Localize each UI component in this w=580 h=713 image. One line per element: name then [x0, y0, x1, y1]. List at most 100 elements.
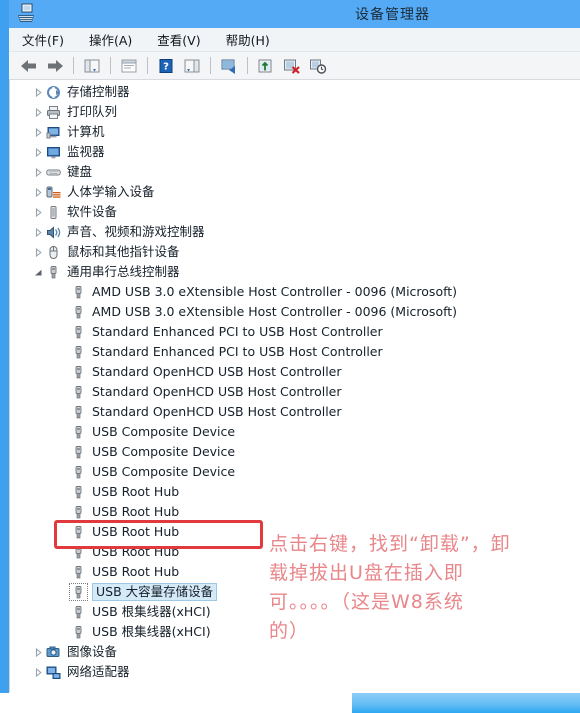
tree-item-label: USB 根集线器(xHCI) [92, 604, 211, 619]
device-manager-icon [15, 3, 37, 24]
menu-action[interactable]: 操作(A) [89, 30, 132, 49]
tree-item-label: 图像设备 [67, 644, 118, 659]
show-hide-console-tree-button[interactable] [80, 55, 104, 77]
usb-icon [70, 364, 87, 380]
menu-view[interactable]: 查看(V) [157, 30, 200, 49]
tree-item[interactable]: 软件设备 [10, 202, 580, 222]
mouse-icon [45, 244, 62, 260]
chevron-right-icon[interactable] [32, 182, 45, 202]
tree-item-label: 网络适配器 [67, 664, 130, 679]
device-tree-panel[interactable]: 存储控制器打印队列计算机监视器键盘人体学输入设备软件设备 声音、视频和游戏控制器鼠… [9, 80, 580, 692]
properties-button[interactable] [117, 55, 141, 77]
tree-item-label: 监视器 [67, 144, 105, 159]
title-bar[interactable]: 设备管理器 [9, 0, 580, 28]
usb-icon [70, 624, 87, 640]
tree-item[interactable]: 打印队列 [10, 102, 580, 122]
toolbar-separator [210, 57, 211, 74]
tree-item[interactable]: USB Composite Device [10, 422, 580, 442]
tree-item-label: Standard OpenHCD USB Host Controller [92, 404, 342, 419]
tree-item-label: USB Composite Device [92, 464, 236, 479]
tree-item[interactable]: USB Root Hub [10, 482, 580, 502]
usb-icon [70, 464, 87, 480]
tree-item[interactable]: USB Composite Device [10, 442, 580, 462]
desktop-bottom-white [0, 693, 352, 713]
usb-icon [70, 324, 87, 340]
tree-item[interactable]: 监视器 [10, 142, 580, 162]
help-button[interactable]: ? [154, 55, 178, 77]
tree-item-label: 计算机 [67, 124, 105, 139]
chevron-right-icon[interactable] [32, 202, 45, 222]
screen: 设备管理器 文件(F) 操作(A) 查看(V) 帮助(H) ? 存储控制器 打印… [0, 0, 580, 713]
chevron-right-icon[interactable] [32, 142, 45, 162]
tree-item-label: 存储控制器 [67, 84, 130, 99]
chevron-right-icon[interactable] [32, 122, 45, 142]
update-driver-button[interactable] [254, 55, 278, 77]
chevron-down-icon[interactable] [32, 262, 45, 282]
tree-item[interactable]: Standard OpenHCD USB Host Controller [10, 382, 580, 402]
handwritten-annotation: 点击右键，找到“卸载”，卸 载掉拔出U盘在插入即 可。。。。（这是W8系统 的） [269, 530, 569, 646]
chevron-right-icon[interactable] [32, 162, 45, 182]
chevron-right-icon[interactable] [32, 102, 45, 122]
monitor-icon [45, 144, 62, 160]
usb-icon [70, 564, 87, 580]
toolbar-separator [73, 57, 74, 74]
svg-text:?: ? [163, 61, 169, 72]
chevron-right-icon[interactable] [32, 242, 45, 262]
usb-icon [70, 284, 87, 300]
tree-item[interactable]: 存储控制器 [10, 82, 580, 102]
menu-file[interactable]: 文件(F) [22, 30, 64, 49]
printer-icon [45, 104, 62, 120]
tree-item[interactable]: Standard OpenHCD USB Host Controller [10, 402, 580, 422]
window-title: 设备管理器 [355, 7, 430, 23]
tree-item-label: 人体学输入设备 [67, 184, 155, 199]
tree-item-label: USB Root Hub [92, 524, 180, 539]
tree-item-label: Standard Enhanced PCI to USB Host Contro… [92, 344, 383, 359]
chevron-right-icon[interactable] [32, 222, 45, 242]
sound-icon [45, 224, 62, 240]
tree-item-label: USB Root Hub [92, 564, 180, 579]
disable-device-button[interactable] [306, 55, 330, 77]
tree-item-label: Standard OpenHCD USB Host Controller [92, 384, 342, 399]
tree-item[interactable]: USB Root Hub [10, 502, 580, 522]
tree-item[interactable]: 鼠标和其他指针设备 [10, 242, 580, 262]
tree-item[interactable]: 计算机 [10, 122, 580, 142]
tree-item-label: USB Root Hub [92, 504, 180, 519]
toolbar-separator [147, 57, 148, 74]
chevron-right-icon[interactable] [32, 662, 45, 682]
tree-item[interactable]: Standard OpenHCD USB Host Controller [10, 362, 580, 382]
tree-bottom-edge [10, 683, 580, 692]
tree-item[interactable]: 人体学输入设备 [10, 182, 580, 202]
annotation-line-2: 载掉拔出U盘在插入即 [269, 562, 464, 584]
show-hide-action-pane-button[interactable] [180, 55, 204, 77]
network-adapter-icon [45, 664, 62, 680]
tree-item[interactable]: AMD USB 3.0 eXtensible Host Controller -… [10, 282, 580, 302]
usb-icon [45, 264, 62, 280]
tree-item[interactable]: Standard Enhanced PCI to USB Host Contro… [10, 322, 580, 342]
tree-item[interactable]: Standard Enhanced PCI to USB Host Contro… [10, 342, 580, 362]
storage-controller-icon [45, 84, 62, 100]
chevron-right-icon[interactable] [32, 82, 45, 102]
usb-icon [70, 544, 87, 560]
usb-icon [70, 344, 87, 360]
scan-hardware-changes-button[interactable] [217, 55, 241, 77]
tree-item-label: Standard Enhanced PCI to USB Host Contro… [92, 324, 383, 339]
tree-item[interactable]: 网络适配器 [10, 662, 580, 682]
uninstall-device-button[interactable] [280, 55, 304, 77]
tree-item[interactable]: AMD USB 3.0 eXtensible Host Controller -… [10, 302, 580, 322]
menu-help[interactable]: 帮助(H) [226, 30, 270, 49]
tree-item-label: 打印队列 [67, 104, 118, 119]
tree-item[interactable]: 通用串行总线控制器 [10, 262, 580, 282]
tree-item-label: USB Composite Device [92, 444, 236, 459]
toolbar-separator [110, 57, 111, 74]
tree-item-label: AMD USB 3.0 eXtensible Host Controller -… [92, 284, 458, 299]
chevron-right-icon[interactable] [32, 642, 45, 662]
annotation-line-3: 可。。。。（这是W8系统 [269, 591, 464, 613]
back-button[interactable] [17, 55, 41, 77]
tree-item[interactable]: USB Composite Device [10, 462, 580, 482]
tree-item[interactable]: 键盘 [10, 162, 580, 182]
tree-item-label: 键盘 [67, 164, 93, 179]
annotation-line-4: 的） [269, 620, 310, 642]
tree-item[interactable]: 声音、视频和游戏控制器 [10, 222, 580, 242]
usb-icon [70, 304, 87, 320]
forward-button[interactable] [43, 55, 67, 77]
